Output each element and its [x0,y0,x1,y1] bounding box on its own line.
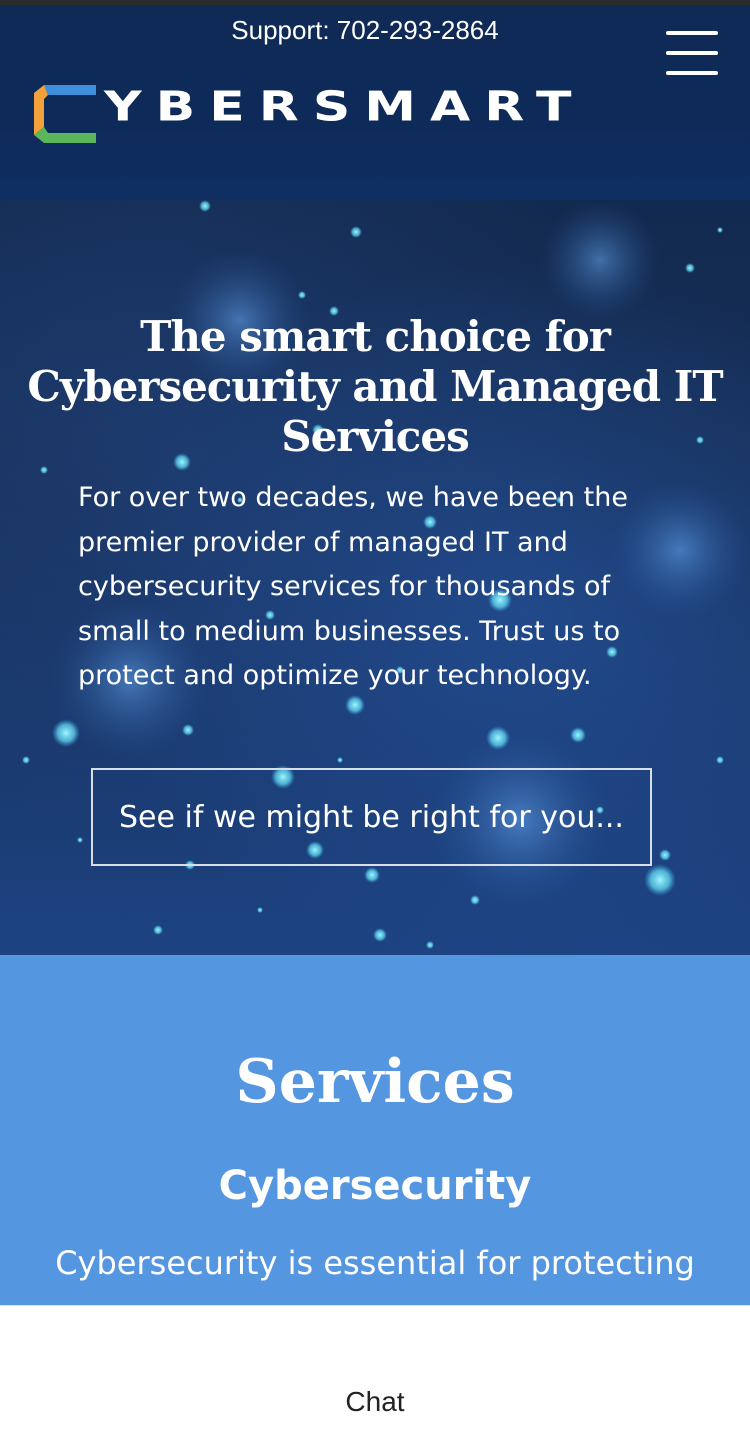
hero-title: The smart choice for Cybersecurity and M… [27,312,723,461]
hamburger-menu-icon[interactable] [666,29,718,77]
cybersmart-logo[interactable]: YBERSMART [34,79,618,145]
services-section: Services Cybersecurity Cybersecurity is … [0,955,750,1305]
logo-c-mark-icon [34,85,96,143]
hero-description: For over two decades, we have been the p… [78,482,628,691]
cybersecurity-description: Cybersecurity is essential for protectin… [55,1244,695,1282]
cybersecurity-heading: Cybersecurity [218,1163,532,1209]
chat-button[interactable]: Chat [0,1386,750,1418]
logo-wordmark: YBERSMART [104,83,586,131]
site-header: Support: 702-293-2864 YBERSMART [0,5,750,200]
hero-section: The smart choice for Cybersecurity and M… [0,200,750,955]
cta-button[interactable]: See if we might be right for you... [91,768,652,866]
chat-bar[interactable]: Chat [0,1305,750,1438]
services-heading: Services [235,1047,515,1117]
support-phone[interactable]: Support: 702-293-2864 [0,15,730,46]
